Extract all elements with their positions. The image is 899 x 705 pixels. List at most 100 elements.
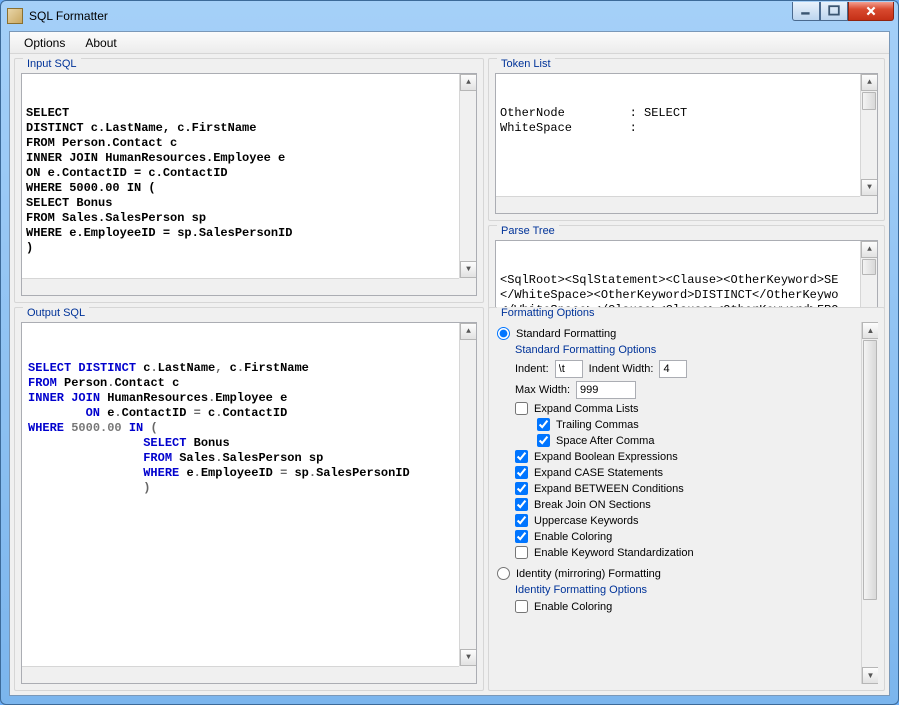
radio-standard-input[interactable] [497,327,510,340]
input-sql-textarea[interactable]: SELECT DISTINCT c.LastName, c.FirstName … [21,73,477,296]
scroll-up-icon[interactable]: ▲ [861,241,878,258]
identity-opts-block: Identity Formatting Options Enable Color… [513,584,878,613]
scroll-thumb[interactable] [862,92,876,110]
scroll-up-icon[interactable]: ▲ [460,323,477,340]
check-space-after-comma[interactable]: Space After Comma [537,434,878,447]
checkbox-uppercase-kw[interactable] [515,514,528,527]
token-scrollbar-h[interactable]: ◀ ▶ [496,196,860,213]
label-space-after-comma: Space After Comma [556,435,654,447]
menu-options[interactable]: Options [14,34,75,52]
output-scrollbar-h[interactable]: ◀ ▶ [22,666,459,683]
scroll-thumb[interactable] [863,340,877,600]
radio-identity-label: Identity (mirroring) Formatting [516,568,661,580]
checkbox-keyword-std[interactable] [515,546,528,559]
token-list-text: OtherNode : SELECT WhiteSpace : [500,106,873,136]
scroll-up-icon[interactable]: ▲ [862,322,878,339]
group-input-sql: Input SQL SELECT DISTINCT c.LastName, c.… [14,58,484,303]
checkbox-trailing-commas[interactable] [537,418,550,431]
output-scrollbar-v[interactable]: ▲ ▼ [459,323,476,666]
group-parse-legend: Parse Tree [497,225,559,237]
check-trailing-commas[interactable]: Trailing Commas [537,418,878,431]
scroll-up-icon[interactable]: ▲ [460,74,477,91]
label-break-join: Break Join ON Sections [534,499,651,511]
client-area: Options About Input SQL SELECT DISTINCT … [9,31,890,696]
check-keyword-std[interactable]: Enable Keyword Standardization [515,546,878,559]
group-output-legend: Output SQL [23,307,89,319]
scroll-corner [459,666,476,683]
indent-width-input[interactable] [659,360,687,378]
group-output-sql: Output SQL SELECT DISTINCT c.LastName, c… [14,307,484,691]
scroll-down-icon[interactable]: ▼ [460,649,477,666]
close-button[interactable] [848,2,894,21]
check-expand-comma[interactable]: Expand Comma Lists [515,402,878,415]
label-expand-comma: Expand Comma Lists [534,403,639,415]
output-sql-text: SELECT DISTINCT c.LastName, c.FirstNameF… [26,355,472,502]
checkbox-space-after-comma[interactable] [537,434,550,447]
input-sql-text[interactable]: SELECT DISTINCT c.LastName, c.FirstName … [26,106,472,256]
indent-width-label: Indent Width: [589,363,654,375]
checkbox-expand-comma[interactable] [515,402,528,415]
menubar: Options About [10,32,889,54]
scroll-down-icon[interactable]: ▼ [460,261,477,278]
label-expand-boolean: Expand Boolean Expressions [534,451,678,463]
content-grid: Input SQL SELECT DISTINCT c.LastName, c.… [10,54,889,695]
checkbox-expand-boolean[interactable] [515,450,528,463]
output-sql-pane[interactable]: SELECT DISTINCT c.LastName, c.FirstNameF… [21,322,477,684]
window-controls [792,2,894,21]
label-keyword-std: Enable Keyword Standardization [534,547,694,559]
checkbox-expand-case[interactable] [515,466,528,479]
label-uppercase-kw: Uppercase Keywords [534,515,639,527]
indent-input[interactable] [555,360,583,378]
radio-standard-formatting[interactable]: Standard Formatting [497,327,878,340]
menu-about[interactable]: About [75,34,126,52]
input-scrollbar-v[interactable]: ▲ ▼ [459,74,476,278]
window-title: SQL Formatter [29,9,108,23]
check-enable-coloring[interactable]: Enable Coloring [515,530,878,543]
right-column: Token List OtherNode : SELECT WhiteSpace… [488,58,885,303]
standard-opts-legend: Standard Formatting Options [515,344,878,356]
check-expand-boolean[interactable]: Expand Boolean Expressions [515,450,878,463]
check-identity-coloring[interactable]: Enable Coloring [515,600,878,613]
app-window: SQL Formatter Options About Input SQL SE… [0,0,899,705]
scroll-down-icon[interactable]: ▼ [861,179,878,196]
scroll-corner [459,278,476,295]
maxwidth-input[interactable] [576,381,636,399]
label-trailing-commas: Trailing Commas [556,419,639,431]
scroll-up-icon[interactable]: ▲ [861,74,878,91]
indent-row: Indent: Indent Width: [515,360,878,378]
checkbox-expand-between[interactable] [515,482,528,495]
label-identity-coloring: Enable Coloring [534,601,612,613]
opts-body: Standard Formatting Standard Formatting … [495,322,878,684]
label-expand-case: Expand CASE Statements [534,467,663,479]
radio-standard-label: Standard Formatting [516,328,616,340]
input-scrollbar-h[interactable]: ◀ ▶ [22,278,459,295]
check-expand-case[interactable]: Expand CASE Statements [515,466,878,479]
scroll-down-icon[interactable]: ▼ [862,667,878,684]
group-input-legend: Input SQL [23,58,81,70]
maximize-button[interactable] [820,2,848,21]
radio-identity-input[interactable] [497,567,510,580]
checkbox-break-join[interactable] [515,498,528,511]
standard-opts-block: Standard Formatting Options Indent: Inde… [513,344,878,559]
token-scrollbar-v[interactable]: ▲ ▼ [860,74,877,196]
check-uppercase-kw[interactable]: Uppercase Keywords [515,514,878,527]
group-opts-legend: Formatting Options [497,307,599,319]
checkbox-identity-coloring[interactable] [515,600,528,613]
radio-identity-formatting[interactable]: Identity (mirroring) Formatting [497,567,878,580]
opts-scrollbar-v[interactable]: ▲ ▼ [861,322,878,684]
app-icon [7,8,23,24]
titlebar[interactable]: SQL Formatter [1,1,898,31]
indent-label: Indent: [515,363,549,375]
check-break-join[interactable]: Break Join ON Sections [515,498,878,511]
token-list-pane[interactable]: OtherNode : SELECT WhiteSpace : ▲ ▼ ◀ ▶ [495,73,878,214]
maxwidth-row: Max Width: [515,381,878,399]
group-token-list: Token List OtherNode : SELECT WhiteSpace… [488,58,885,221]
label-expand-between: Expand BETWEEN Conditions [534,483,684,495]
check-expand-between[interactable]: Expand BETWEEN Conditions [515,482,878,495]
scroll-thumb[interactable] [862,259,876,275]
maxwidth-label: Max Width: [515,384,570,396]
minimize-button[interactable] [792,2,820,21]
scroll-corner [860,196,877,213]
checkbox-enable-coloring[interactable] [515,530,528,543]
identity-opts-legend: Identity Formatting Options [515,584,878,596]
